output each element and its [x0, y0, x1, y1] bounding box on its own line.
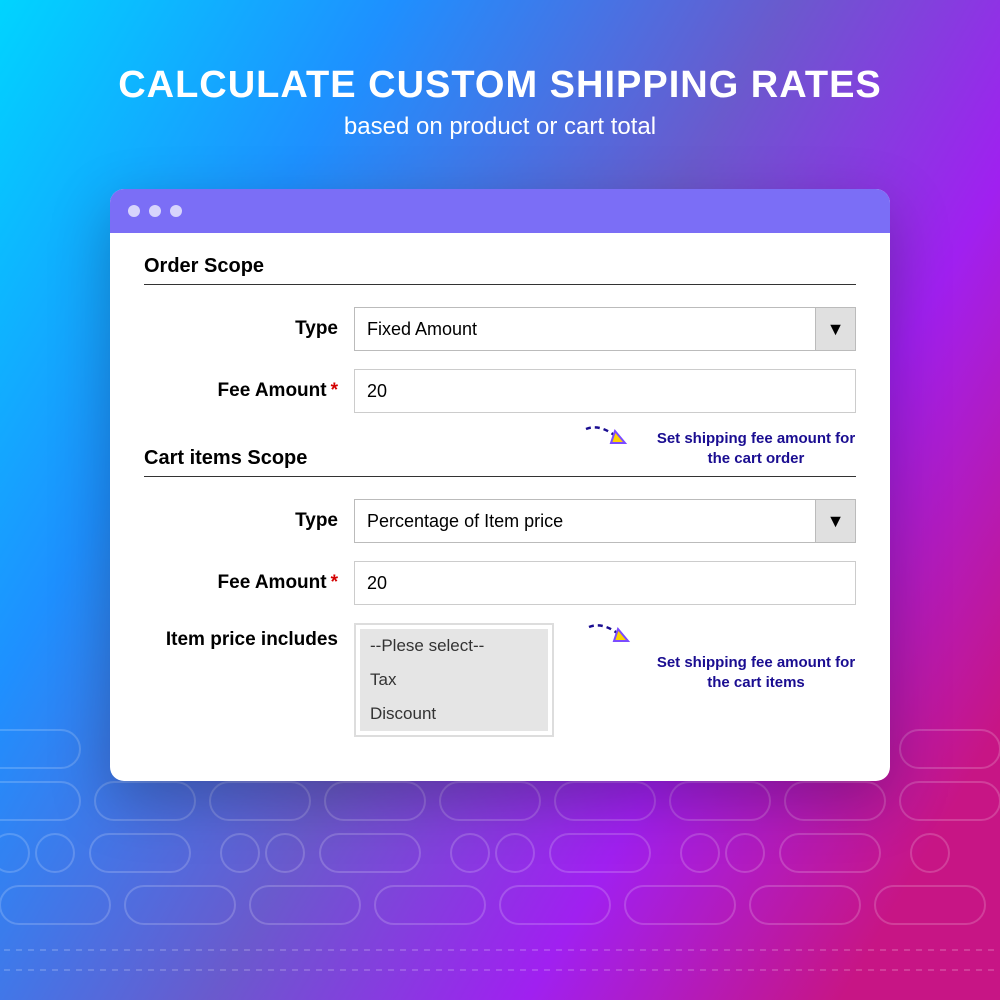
divider [144, 284, 856, 285]
required-icon: * [331, 572, 338, 593]
list-item[interactable]: --Plese select-- [360, 629, 548, 663]
window-dot-icon [170, 205, 182, 217]
type-label: Type [144, 318, 354, 340]
divider [144, 476, 856, 477]
window-titlebar [110, 189, 890, 233]
chevron-down-icon: ▼ [815, 308, 855, 350]
type-label: Type [144, 510, 354, 532]
list-item[interactable]: Tax [360, 663, 548, 697]
chevron-down-icon: ▼ [815, 500, 855, 542]
callout-text: Set shipping fee amount for the cart ite… [657, 654, 855, 691]
page-header: CALCULATE CUSTOM SHIPPING RATES based on… [0, 0, 1000, 141]
arrow-icon [584, 619, 644, 659]
list-item[interactable]: Discount [360, 697, 548, 731]
cart-fee-input[interactable] [354, 561, 856, 605]
window-frame: Order Scope Type Fixed Amount ▼ Fee Amou… [110, 189, 890, 781]
window-dot-icon [149, 205, 161, 217]
item-price-includes-listbox[interactable]: --Plese select-- Tax Discount [354, 623, 554, 737]
fee-label-text: Fee Amount [218, 572, 327, 593]
page-title: CALCULATE CUSTOM SHIPPING RATES [0, 64, 1000, 107]
order-fee-input[interactable] [354, 369, 856, 413]
window-content: Order Scope Type Fixed Amount ▼ Fee Amou… [110, 233, 890, 781]
select-value: Fixed Amount [367, 319, 477, 340]
select-value: Percentage of Item price [367, 511, 563, 532]
cart-type-select[interactable]: Percentage of Item price ▼ [354, 499, 856, 543]
required-icon: * [331, 380, 338, 401]
arrow-icon [581, 421, 641, 461]
window-dot-icon [128, 205, 140, 217]
fee-amount-label: Fee Amount* [144, 380, 354, 402]
item-price-includes-label: Item price includes [144, 623, 354, 651]
callout-text: Set shipping fee amount for the cart ord… [657, 430, 855, 467]
fee-label-text: Fee Amount [218, 380, 327, 401]
callout-order: Set shipping fee amount for the cart ord… [646, 429, 866, 470]
fee-amount-label: Fee Amount* [144, 572, 354, 594]
order-type-select[interactable]: Fixed Amount ▼ [354, 307, 856, 351]
callout-cart: Set shipping fee amount for the cart ite… [646, 653, 866, 694]
page-subtitle: based on product or cart total [0, 113, 1000, 141]
order-scope-heading: Order Scope [144, 255, 856, 278]
